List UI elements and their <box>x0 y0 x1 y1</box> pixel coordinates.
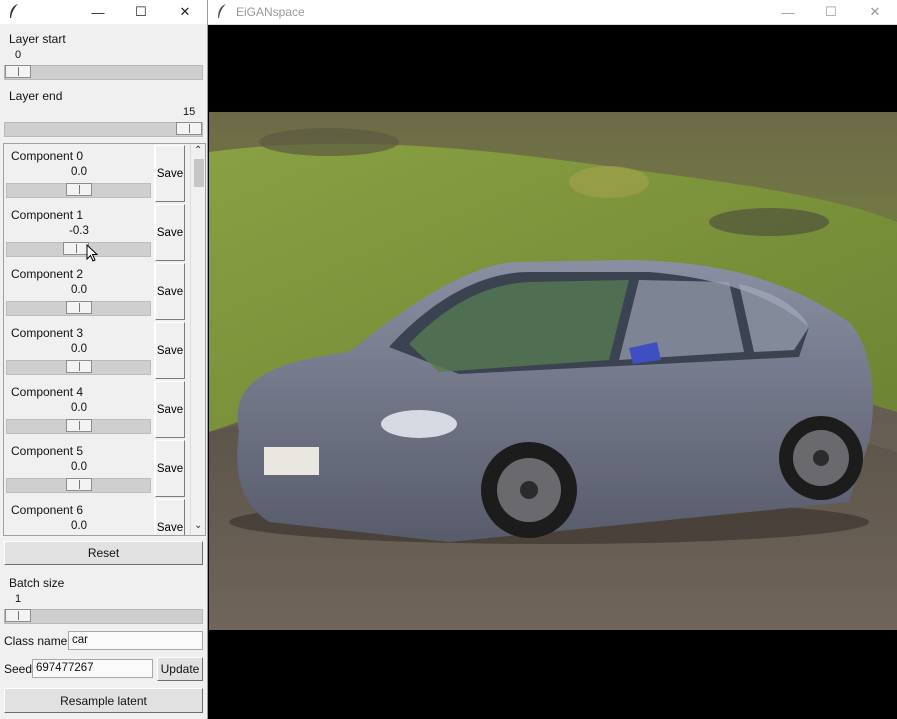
component-panel: Component 4 0.0 <box>4 381 155 438</box>
component-slider[interactable] <box>6 183 151 198</box>
component-slider[interactable] <box>6 360 151 375</box>
viewer-title: EiGANspace <box>236 5 305 19</box>
component-name: Component 1 <box>11 208 84 222</box>
save-button[interactable]: Save <box>155 145 185 202</box>
minimize-button[interactable]: — <box>76 0 120 24</box>
component-name: Component 3 <box>11 326 84 340</box>
component-row: Component 0 0.0 Save <box>4 145 185 202</box>
component-panel: Component 0 0.0 <box>4 145 155 202</box>
component-slider[interactable] <box>6 478 151 493</box>
component-panel: Component 3 0.0 <box>4 322 155 379</box>
component-row: Component 6 0.0 Save <box>4 499 185 535</box>
save-button[interactable]: Save <box>155 263 185 320</box>
component-panel: Component 1 -0.3 <box>4 204 155 261</box>
component-slider[interactable] <box>6 301 151 316</box>
component-value: 0.0 <box>71 166 87 178</box>
scrollbar[interactable]: ⌃ ⌄ <box>190 144 205 535</box>
resample-latent-button[interactable]: Resample latent <box>4 688 203 713</box>
component-name: Component 6 <box>11 503 84 517</box>
component-row: Component 4 0.0 Save <box>4 381 185 438</box>
viewer-titlebar: EiGANspace — ☐ ✕ <box>208 0 897 25</box>
component-name: Component 0 <box>11 149 84 163</box>
component-slider-thumb[interactable] <box>66 360 92 373</box>
save-button[interactable]: Save <box>155 440 185 497</box>
component-panel: Component 5 0.0 <box>4 440 155 497</box>
control-window: — ☐ ✕ Layer start 0 Layer end 15 Compone… <box>0 0 208 719</box>
component-name: Component 4 <box>11 385 84 399</box>
scroll-up-icon[interactable]: ⌃ <box>194 145 202 156</box>
component-slider-thumb[interactable] <box>66 419 92 432</box>
component-value: 0.0 <box>71 461 87 473</box>
batch-size-value: 1 <box>15 593 22 605</box>
feather-icon <box>218 4 226 18</box>
component-slider-thumb[interactable] <box>66 183 92 196</box>
component-slider-thumb[interactable] <box>66 478 92 491</box>
component-value: 0.0 <box>71 402 87 414</box>
seed-label: Seed <box>4 662 33 676</box>
layer-end-slider[interactable] <box>4 122 203 137</box>
class-name-label: Class name <box>4 634 68 648</box>
component-value: 0.0 <box>71 343 87 355</box>
maximize-button[interactable]: ☐ <box>119 0 163 24</box>
batch-size-label: Batch size <box>9 576 65 590</box>
update-button[interactable]: Update <box>157 657 203 681</box>
save-button[interactable]: Save <box>155 499 185 535</box>
component-name: Component 5 <box>11 444 84 458</box>
layer-end-value: 15 <box>183 106 196 118</box>
scrollbar-thumb[interactable] <box>194 159 204 187</box>
layer-start-label: Layer start <box>9 32 66 46</box>
save-button[interactable]: Save <box>155 204 185 261</box>
layer-start-slider[interactable] <box>4 65 203 80</box>
viewer-window: EiGANspace — ☐ ✕ <box>208 0 897 719</box>
seed-input[interactable]: 697477267 <box>32 659 153 678</box>
component-row: Component 2 0.0 Save <box>4 263 185 320</box>
minimize-button[interactable]: — <box>766 0 810 24</box>
component-row: Component 3 0.0 Save <box>4 322 185 379</box>
save-button[interactable]: Save <box>155 322 185 379</box>
reset-button[interactable]: Reset <box>4 541 203 565</box>
control-titlebar: — ☐ ✕ <box>0 0 207 24</box>
feather-icon <box>10 4 18 18</box>
components-list: Component 0 0.0 Save Component 1 -0.3 Save Com… <box>3 143 206 536</box>
component-panel: Component 6 0.0 <box>4 499 155 535</box>
close-button[interactable]: ✕ <box>853 0 897 24</box>
component-slider[interactable] <box>6 419 151 434</box>
generated-image <box>209 112 897 630</box>
class-name-input[interactable]: car <box>68 631 203 650</box>
mouse-cursor-icon <box>86 244 98 262</box>
component-slider-thumb[interactable] <box>66 301 92 314</box>
component-value: -0.3 <box>69 225 89 237</box>
component-slider[interactable] <box>6 242 151 257</box>
layer-end-label: Layer end <box>9 89 63 103</box>
batch-size-slider[interactable] <box>4 609 203 624</box>
close-button[interactable]: ✕ <box>163 0 207 24</box>
component-name: Component 2 <box>11 267 84 281</box>
scroll-down-icon[interactable]: ⌄ <box>194 520 202 531</box>
save-button[interactable]: Save <box>155 381 185 438</box>
layer-start-thumb[interactable] <box>5 65 31 78</box>
component-row: Component 5 0.0 Save <box>4 440 185 497</box>
maximize-button[interactable]: ☐ <box>809 0 853 24</box>
component-panel: Component 2 0.0 <box>4 263 155 320</box>
component-value: 0.0 <box>71 284 87 296</box>
component-value: 0.0 <box>71 520 87 532</box>
layer-start-value: 0 <box>15 49 22 61</box>
layer-end-thumb[interactable] <box>176 122 202 135</box>
batch-size-thumb[interactable] <box>5 609 31 622</box>
